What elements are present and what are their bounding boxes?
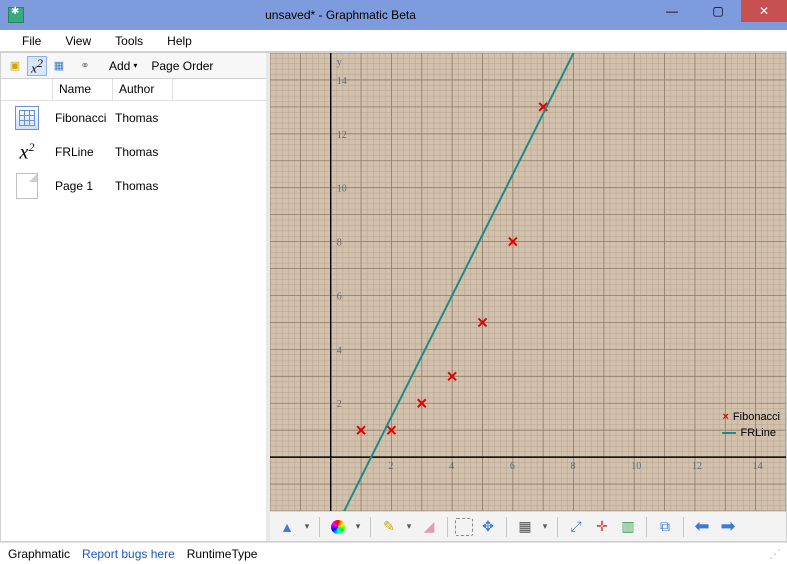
graph-panel: 22446688101012121414y ×Fibonacci FRLine … (270, 53, 786, 541)
close-button[interactable]: ✕ (741, 0, 787, 22)
svg-text:4: 4 (337, 345, 342, 356)
row-author: Thomas (113, 145, 173, 159)
svg-text:12: 12 (692, 461, 702, 472)
svg-text:14: 14 (337, 76, 347, 87)
pencil-icon[interactable]: ✎ (378, 516, 400, 538)
eraser-icon[interactable]: ◢ (418, 516, 440, 538)
item-tree[interactable]: Name Author Fibonacci Thomas x2 FRLine T… (1, 79, 266, 541)
marker-style-dropdown[interactable]: ▾ (302, 516, 312, 538)
pan-icon[interactable]: ✥ (477, 516, 499, 538)
plot-svg: 2 2 4 4 6 6 8 8 10 10 12 12 14 14 y (270, 53, 786, 511)
graph-toolbar: ▲ ▾ ▾ ✎ ▾ ◢ ✥ ▦ ▾ ⤢ ✛ ▥ ⧉ ⬅ ➡ (270, 511, 786, 541)
axes-reset-icon[interactable]: ✛ (591, 516, 613, 538)
svg-text:6: 6 (510, 461, 515, 472)
menu-help[interactable]: Help (157, 32, 202, 50)
marker-style-icon[interactable]: ▲ (276, 516, 298, 538)
svg-text:4: 4 (449, 461, 454, 472)
sidebar-toolbar: ▣ x2 ▦ ⚭ Add▾ Page Order (1, 53, 266, 79)
add-label: Add (109, 59, 130, 73)
legend: ×Fibonacci FRLine (722, 409, 780, 441)
select-rect-icon[interactable] (455, 518, 473, 536)
tree-row[interactable]: x2 FRLine Thomas (1, 135, 266, 169)
legend-item: FRLine (722, 425, 780, 441)
export-icon[interactable]: ▥ (617, 516, 639, 538)
equation-icon: x2 (20, 141, 35, 163)
grid-toggle-icon[interactable]: ▦ (514, 516, 536, 538)
minimize-button[interactable]: — (649, 0, 695, 22)
svg-text:12: 12 (337, 130, 347, 141)
next-page-icon[interactable]: ➡ (717, 516, 739, 538)
svg-text:8: 8 (337, 238, 342, 249)
legend-item: ×Fibonacci (722, 409, 780, 425)
menu-bar: File View Tools Help (0, 30, 787, 52)
row-name: FRLine (53, 145, 113, 159)
plot-area[interactable]: 2 2 4 4 6 6 8 8 10 10 12 12 14 14 y ×Fibonacci FRLine (270, 53, 786, 511)
menu-view[interactable]: View (55, 32, 101, 50)
page-order-label: Page Order (151, 59, 213, 73)
prev-page-icon[interactable]: ⬅ (691, 516, 713, 538)
svg-text:6: 6 (337, 291, 342, 302)
page-icon (16, 173, 38, 199)
svg-text:10: 10 (337, 184, 347, 195)
grid-dropdown[interactable]: ▾ (540, 516, 550, 538)
status-runtime: RuntimeType (187, 547, 258, 561)
header-author[interactable]: Author (113, 79, 173, 100)
resize-grip-icon[interactable]: ⋰ (769, 547, 779, 561)
add-dropdown[interactable]: Add▾ (103, 56, 143, 76)
color-picker-icon[interactable] (327, 516, 349, 538)
pencil-dropdown[interactable]: ▾ (404, 516, 414, 538)
sidebar: ▣ x2 ▦ ⚭ Add▾ Page Order Name Author Fib… (1, 53, 270, 541)
fit-icon[interactable]: ⤢ (565, 516, 587, 538)
status-app: Graphmatic (8, 547, 70, 561)
maximize-button[interactable]: ▢ (695, 0, 741, 22)
title-bar: unsaved* - Graphmatic Beta — ▢ ✕ (0, 0, 787, 30)
menu-file[interactable]: File (12, 32, 51, 50)
tree-row[interactable]: Page 1 Thomas (1, 169, 266, 203)
svg-text:2: 2 (337, 399, 342, 410)
page-order-button[interactable]: Page Order (145, 56, 219, 76)
new-page-icon[interactable]: ▣ (5, 56, 25, 76)
svg-text:2: 2 (388, 461, 393, 472)
menu-tools[interactable]: Tools (105, 32, 153, 50)
svg-text:8: 8 (571, 461, 576, 472)
status-bar: Graphmatic Report bugs here RuntimeType … (0, 542, 787, 564)
new-dataset-icon[interactable]: ▦ (49, 56, 69, 76)
svg-text:14: 14 (753, 461, 763, 472)
app-icon (8, 7, 24, 23)
link-icon[interactable]: ⚭ (75, 56, 95, 76)
row-author: Thomas (113, 111, 173, 125)
row-name: Page 1 (53, 179, 113, 193)
row-name: Fibonacci (53, 111, 113, 125)
svg-text:y: y (337, 57, 342, 68)
report-bugs-link[interactable]: Report bugs here (82, 547, 175, 561)
copy-image-icon[interactable]: ⧉ (654, 516, 676, 538)
header-name[interactable]: Name (53, 79, 113, 100)
tree-row[interactable]: Fibonacci Thomas (1, 101, 266, 135)
new-equation-icon[interactable]: x2 (27, 56, 47, 76)
row-author: Thomas (113, 179, 173, 193)
window-title: unsaved* - Graphmatic Beta (32, 8, 649, 22)
color-dropdown[interactable]: ▾ (353, 516, 363, 538)
svg-text:10: 10 (631, 461, 641, 472)
tree-header: Name Author (1, 79, 266, 101)
dataset-icon (15, 106, 39, 130)
